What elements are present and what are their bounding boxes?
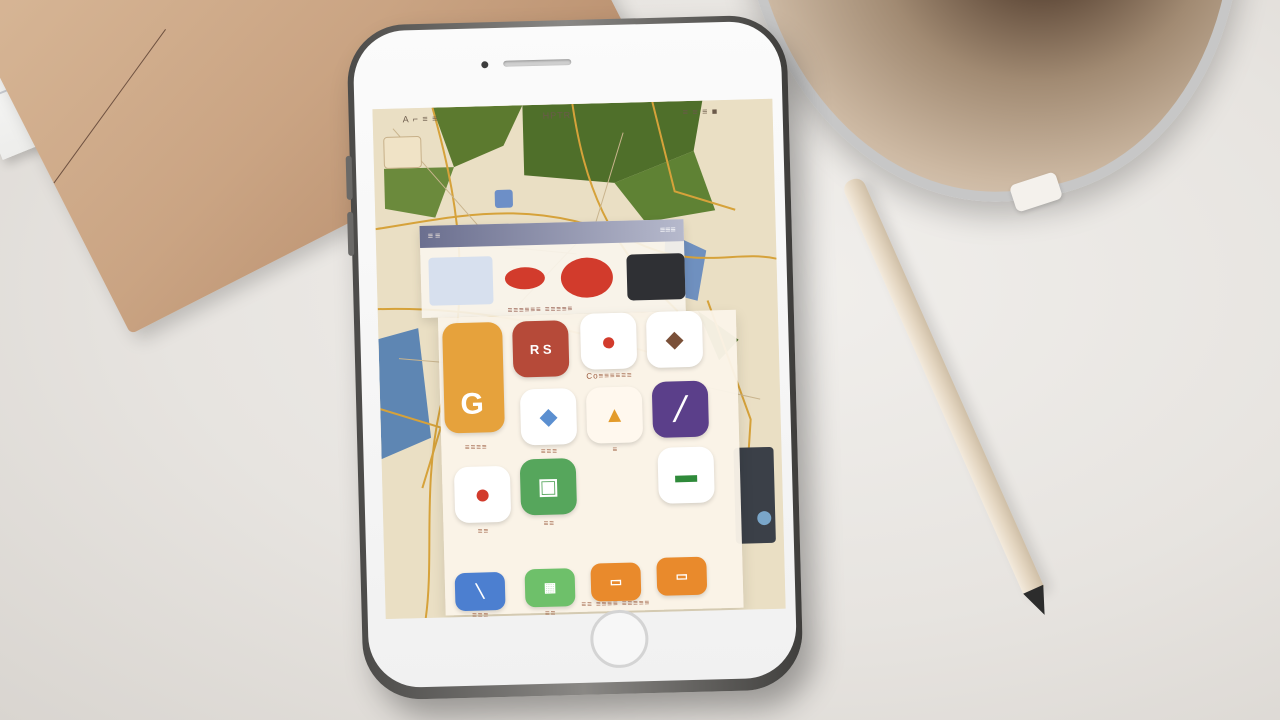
leaf-glyph: ◆ [539, 403, 558, 429]
red-circle-glyph: ● [473, 478, 492, 510]
dock-blue-app-icon[interactable]: ╲ [454, 571, 506, 612]
yellow-app-icon[interactable]: G [442, 321, 505, 434]
food-glyph: ◆ [665, 326, 684, 352]
dark-tile[interactable] [626, 253, 686, 301]
smartphone: A ⌐ ≡ ≡ HPTR ≡ ≡ ≡ ■ ≡≡ ≡≡≡ ≡≡≡≡≡≡ ≡≡≡≡≡ [345, 14, 804, 701]
red-dot-glyph: ● [600, 325, 617, 356]
media-overlay[interactable]: ≡≡ ≡≡≡ ≡≡≡≡≡≡ ≡≡≡≡≡ [419, 219, 686, 318]
dock-orange-glyph-2: ▭ [675, 568, 689, 584]
overlay-title: ≡≡ [427, 230, 443, 241]
map-marker-icon[interactable] [494, 189, 514, 209]
red-circle-icon[interactable] [560, 256, 614, 299]
dock-green-glyph: ▦ [543, 579, 557, 595]
front-camera [481, 61, 489, 69]
phone-screen[interactable]: A ⌐ ≡ ≡ HPTR ≡ ≡ ≡ ■ ≡≡ ≡≡≡ ≡≡≡≡≡≡ ≡≡≡≡≡ [372, 98, 786, 620]
dock-label: ≡≡≡ [472, 610, 490, 620]
red-oval-icon[interactable] [504, 266, 546, 290]
earpiece-speaker [503, 58, 572, 67]
red-circle-app-icon[interactable]: ● [453, 465, 512, 524]
thumbnail[interactable] [428, 256, 494, 306]
red-dot-app-icon[interactable]: ● [579, 312, 638, 370]
flag-glyph: ▬ [674, 461, 698, 488]
purple-glyph: ╱ [673, 396, 688, 422]
food-app-icon[interactable]: ◆ [645, 310, 704, 369]
dock-green-app-icon[interactable]: ▦ [524, 568, 576, 608]
app-label: Co≡≡≡≡≡≡ [586, 370, 633, 381]
dock-blue-glyph: ╲ [475, 583, 485, 599]
rs-glyph: R S [529, 341, 552, 357]
dock-caption: ≡≡ ≡≡≡≡ ≡≡≡≡≡ [581, 598, 651, 609]
bread-glyph: ▲ [603, 401, 626, 428]
flag-app-icon[interactable]: ▬ [657, 446, 715, 504]
volume-button [347, 211, 355, 256]
status-right: ≡ ≡ ≡ ■ [682, 106, 719, 118]
pencil-tip [1023, 584, 1055, 620]
app-label: ≡≡≡ [540, 446, 559, 456]
app-label: ≡≡ [543, 518, 556, 528]
lamp-shade [740, 0, 1280, 234]
status-left: A ⌐ ≡ ≡ [402, 113, 439, 125]
dock-orange-app-icon[interactable]: ▭ [590, 562, 642, 602]
overlay-caption: ≡≡≡≡≡≡ ≡≡≡≡≡ [507, 304, 574, 315]
green-app-icon[interactable]: ▣ [519, 458, 578, 516]
green-glyph: ▣ [537, 473, 560, 500]
app-label: ≡≡ [477, 526, 490, 536]
dock-orange-glyph: ▭ [609, 573, 623, 590]
volume-button [345, 155, 353, 200]
dock-label: ≡≡ [544, 608, 557, 618]
purple-app-icon[interactable]: ╱ [651, 380, 710, 438]
globe-icon [757, 510, 772, 526]
phone-face: A ⌐ ≡ ≡ HPTR ≡ ≡ ≡ ■ ≡≡ ≡≡≡ ≡≡≡≡≡≡ ≡≡≡≡≡ [352, 20, 798, 689]
status-center: HPTR [542, 110, 572, 121]
overlay-title-right: ≡≡≡ [659, 224, 676, 235]
app-label: ≡ [612, 444, 619, 455]
dock-orange-app-icon-2[interactable]: ▭ [656, 556, 708, 596]
folder-crease [53, 29, 166, 184]
blue-leaf-app-icon[interactable]: ◆ [519, 387, 578, 446]
map-pin-icon[interactable] [383, 135, 422, 169]
tickets-app-icon[interactable]: R S [512, 320, 570, 378]
g-glyph: G [460, 387, 485, 422]
bread-app-icon[interactable]: ▲ [585, 386, 644, 444]
home-button[interactable] [589, 609, 650, 669]
app-label: ≡≡≡≡ [464, 442, 488, 452]
pencil [840, 175, 1055, 620]
